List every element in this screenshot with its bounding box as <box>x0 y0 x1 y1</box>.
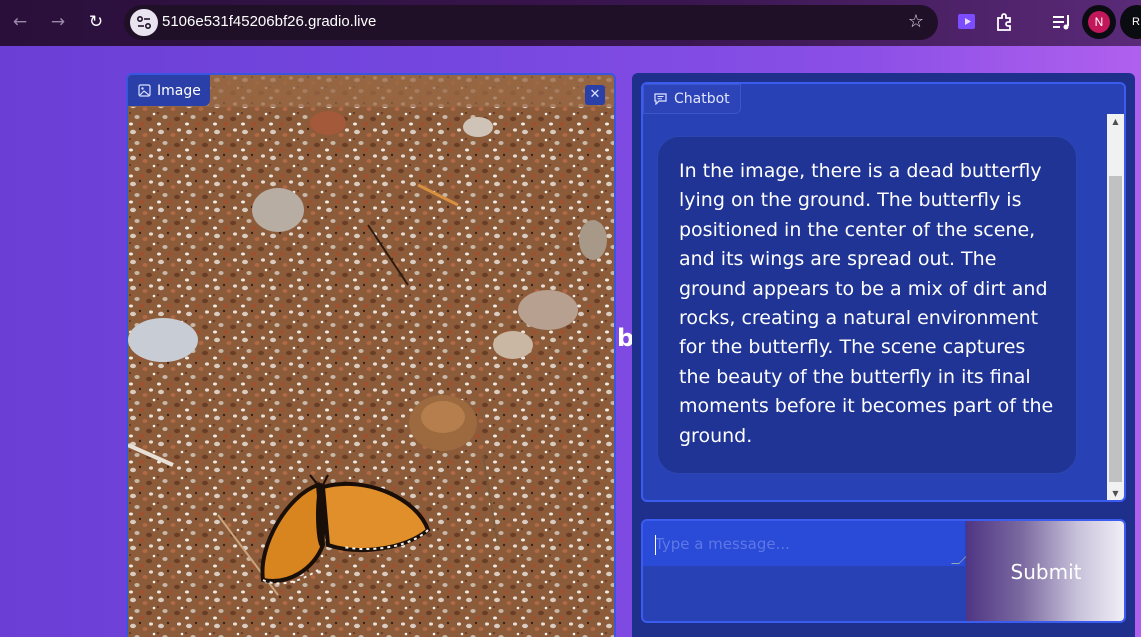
browser-toolbar: ← → ↻ 5106e531f45206bf26.gradio.live ☆ N… <box>0 0 1141 46</box>
bot-message-text: In the image, there is a dead butterfly … <box>679 160 1054 447</box>
chat-column: Chatbot In the image, there is a dead bu… <box>632 73 1135 637</box>
puzzle-icon[interactable] <box>993 10 1017 34</box>
chat-icon <box>654 93 667 105</box>
image-panel: Image ✕ <box>126 73 616 637</box>
image-label: Image <box>128 75 210 106</box>
second-profile-avatar[interactable]: R <box>1120 5 1141 39</box>
close-image-button[interactable]: ✕ <box>585 85 605 105</box>
chatbot-panel: Chatbot In the image, there is a dead bu… <box>641 82 1126 502</box>
bot-message-bubble: In the image, there is a dead butterfly … <box>657 136 1077 474</box>
submit-button[interactable]: Submit <box>966 521 1124 621</box>
message-input[interactable] <box>643 521 965 566</box>
extension-icon[interactable] <box>955 10 979 34</box>
profile-avatar[interactable]: N <box>1082 5 1116 39</box>
butterfly-photo <box>128 75 614 637</box>
forward-arrow-icon[interactable]: → <box>47 11 69 33</box>
chatbot-label: Chatbot <box>643 84 741 114</box>
chat-scrollbar[interactable]: ▲ ▼ <box>1107 114 1124 500</box>
media-control-icon[interactable] <box>1050 10 1074 34</box>
url-text[interactable]: 5106e531f45206bf26.gradio.live <box>162 13 376 30</box>
profile-initial: N <box>1088 11 1110 33</box>
address-bar[interactable]: 5106e531f45206bf26.gradio.live ☆ <box>124 5 938 40</box>
site-info-icon[interactable] <box>130 9 158 36</box>
image-icon <box>138 84 151 97</box>
scroll-down-arrow-icon[interactable]: ▼ <box>1107 486 1124 500</box>
bookmark-star-icon[interactable]: ☆ <box>908 11 924 32</box>
chatbot-label-text: Chatbot <box>674 91 730 107</box>
scroll-up-arrow-icon[interactable]: ▲ <box>1107 114 1124 129</box>
text-caret <box>655 535 656 555</box>
scroll-thumb[interactable] <box>1109 176 1122 482</box>
image-label-text: Image <box>157 82 201 99</box>
back-arrow-icon[interactable]: ← <box>9 11 31 33</box>
message-input-panel: Submit <box>641 519 1126 623</box>
reload-icon[interactable]: ↻ <box>85 11 107 33</box>
